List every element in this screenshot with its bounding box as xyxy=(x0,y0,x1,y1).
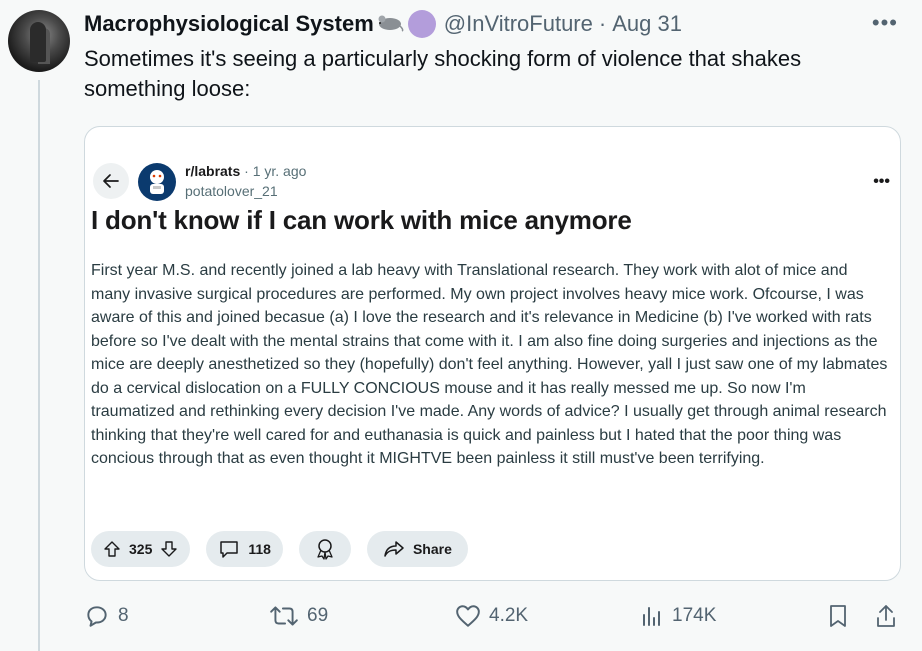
post-actions: 325 118 Share xyxy=(91,531,468,567)
retweet-button[interactable]: 69 xyxy=(269,598,328,634)
reply-count: 8 xyxy=(118,605,129,626)
like-count: 4.2K xyxy=(489,605,529,626)
award-button[interactable] xyxy=(298,531,351,567)
avatar[interactable] xyxy=(8,10,70,72)
retweet-icon xyxy=(270,606,298,626)
upvote-icon[interactable] xyxy=(103,540,121,558)
separator-dot: · xyxy=(598,11,607,36)
post-username[interactable]: potatolover_21 xyxy=(185,183,278,199)
subreddit-avatar[interactable] xyxy=(138,163,176,201)
post-body: First year M.S. and recently joined a la… xyxy=(91,262,888,467)
vote-pill: 325 xyxy=(91,531,191,567)
arrow-left-icon xyxy=(103,174,119,188)
engagement-bar: 8 69 4.2K 174K xyxy=(84,598,904,634)
like-button[interactable]: 4.2K xyxy=(455,598,528,634)
embedded-image-card[interactable]: r/labrats · 1 yr. ago potatolover_21 •••… xyxy=(84,126,901,581)
retweet-count: 69 xyxy=(307,605,329,626)
downvote-icon[interactable] xyxy=(160,540,178,558)
share-icon xyxy=(877,605,895,627)
reply-button[interactable]: 8 xyxy=(84,598,129,634)
post-age: · 1 yr. ago xyxy=(244,163,307,179)
award-icon xyxy=(317,539,333,560)
bookmark-icon xyxy=(830,605,846,627)
bookmark-button[interactable] xyxy=(826,598,850,634)
share-label: Share xyxy=(412,541,452,557)
mouse-emoji-icon xyxy=(376,12,404,37)
subreddit-name[interactable]: r/labrats xyxy=(185,163,240,179)
thread-line xyxy=(38,80,40,651)
comments-button[interactable]: 118 xyxy=(206,531,283,567)
vote-count: 325 xyxy=(129,541,153,557)
back-button[interactable] xyxy=(93,163,129,199)
tweet-header: Macrophysiological System @InVitroFuture… xyxy=(84,9,682,39)
subreddit-line: r/labrats · 1 yr. ago xyxy=(185,163,306,179)
comment-icon xyxy=(220,541,239,558)
tweet-text: Sometimes it's seeing a particularly sho… xyxy=(84,46,802,101)
share-button[interactable] xyxy=(874,598,898,634)
handle[interactable]: @InVitroFuture xyxy=(444,11,593,37)
share-arrow-icon xyxy=(384,541,404,557)
comment-count: 118 xyxy=(248,541,271,557)
purple-circle-icon xyxy=(407,10,436,38)
post-title: I don't know if I can work with mice any… xyxy=(91,205,632,235)
reply-icon xyxy=(87,606,107,627)
more-options-button[interactable]: ••• xyxy=(872,12,898,34)
post-more-button[interactable]: ••• xyxy=(873,173,890,191)
heart-icon xyxy=(456,605,480,627)
display-name[interactable]: Macrophysiological System xyxy=(84,11,374,37)
views-icon xyxy=(643,607,660,626)
views-count: 174K xyxy=(672,605,717,626)
share-post-button[interactable]: Share xyxy=(366,531,468,567)
views-button[interactable]: 174K xyxy=(640,598,716,634)
labrat-mascot-icon xyxy=(150,170,164,194)
timestamp[interactable]: Aug 31 xyxy=(612,11,682,37)
